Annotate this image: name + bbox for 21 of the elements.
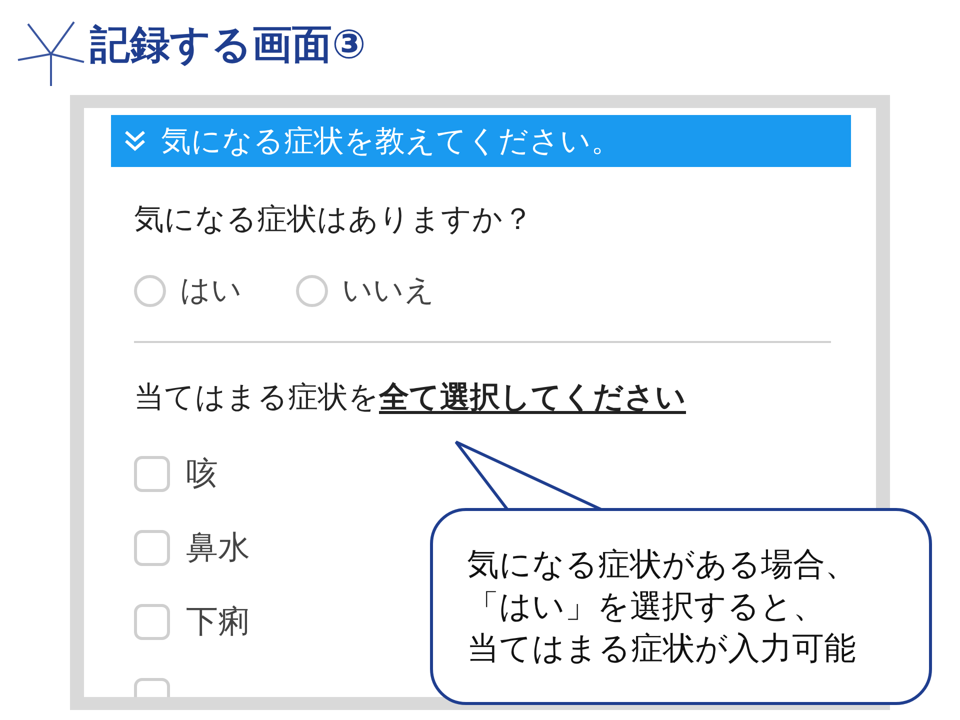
double-chevron-icon <box>123 129 147 153</box>
callout-text: 気になる症状がある場合、 <box>467 544 858 585</box>
callout-text: 「はい」を選択すると、 <box>467 586 826 627</box>
radio-option[interactable]: いいえ <box>296 270 435 311</box>
checkbox[interactable] <box>134 530 170 566</box>
symptom-label: 下痢 <box>186 601 250 642</box>
checkbox[interactable] <box>134 604 170 640</box>
slide-title: 記録する画面③ <box>90 21 366 70</box>
radio-button[interactable] <box>134 274 166 306</box>
option-label: いいえ <box>342 272 435 310</box>
checkbox[interactable] <box>134 456 170 492</box>
symptom-label: 咳 <box>186 453 218 494</box>
option-label: はい <box>180 272 242 310</box>
question-text: 当てはまる症状を全て選択してください <box>134 379 687 417</box>
callout-text: 当てはまる症状が入力可能 <box>467 628 857 669</box>
radio-option[interactable]: はい <box>134 270 242 311</box>
symptom-label: 鼻水 <box>186 527 250 568</box>
header-text: 気になる症状を教えてください。 <box>161 122 621 160</box>
sparkle-icon <box>16 20 86 86</box>
question-text: 気になる症状はありますか？ <box>134 201 534 239</box>
radio-button[interactable] <box>296 274 328 306</box>
